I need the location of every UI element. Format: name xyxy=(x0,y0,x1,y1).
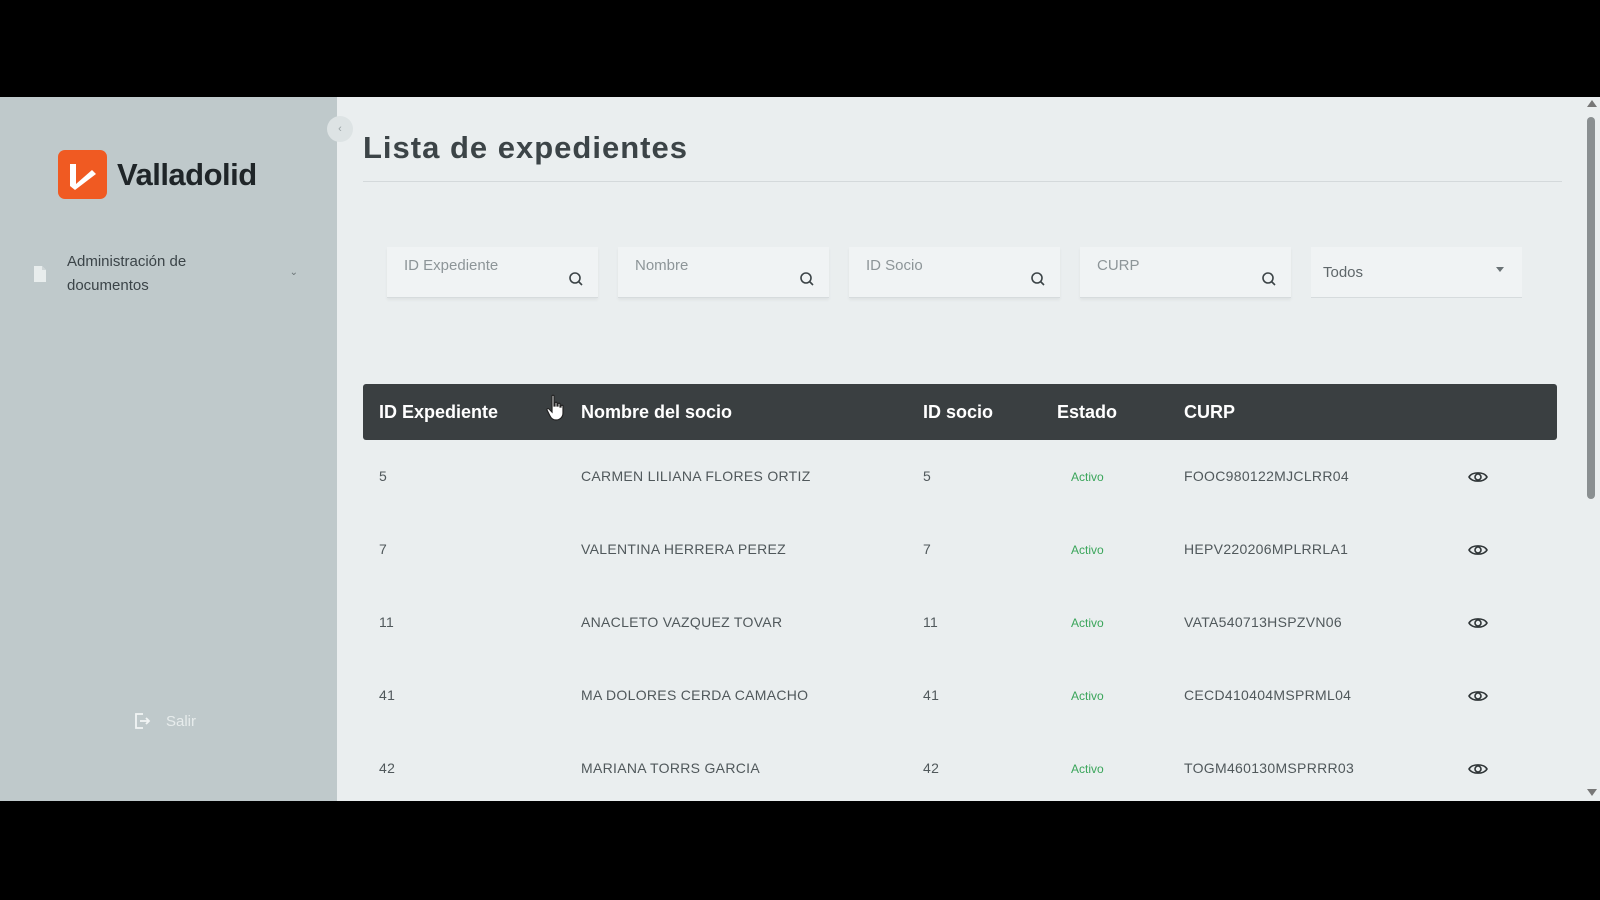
cell-id-socio: 41 xyxy=(923,687,940,703)
cell-id-expediente: 7 xyxy=(379,541,388,557)
filter-nombre xyxy=(618,247,829,298)
sidebar-item-label: Administración de documentos xyxy=(67,253,187,294)
hand-cursor-icon xyxy=(546,394,564,421)
table-row: 5 CARMEN LILIANA FLORES ORTIZ 5 Activo F… xyxy=(363,440,1557,513)
logo: Valladolid xyxy=(58,150,257,199)
table-header: ID Expediente Nombre del socio ID socio … xyxy=(363,384,1557,440)
cell-id-socio: 11 xyxy=(923,614,939,630)
search-icon[interactable] xyxy=(1030,271,1046,287)
app-window: Valladolid Administración de documentos … xyxy=(0,97,1600,801)
header-curp[interactable]: CURP xyxy=(1184,402,1235,423)
id-socio-input[interactable] xyxy=(849,247,1060,297)
table-row: 41 MA DOLORES CERDA CAMACHO 41 Activo CE… xyxy=(363,659,1557,732)
header-estado[interactable]: Estado xyxy=(1057,402,1117,423)
scrollbar-thumb[interactable] xyxy=(1587,117,1595,499)
filter-bar: Todos xyxy=(387,247,1522,298)
cell-curp: TOGM460130MSPRRR03 xyxy=(1184,760,1355,776)
header-id-expediente[interactable]: ID Expediente xyxy=(379,402,498,423)
search-icon[interactable] xyxy=(799,271,815,287)
filter-id-socio xyxy=(849,247,1060,298)
page-title: Lista de expedientes xyxy=(363,130,688,165)
cell-id-expediente: 11 xyxy=(379,614,395,630)
status-badge: Activo xyxy=(1071,470,1104,484)
table-row: 11 ANACLETO VAZQUEZ TOVAR 11 Activo VATA… xyxy=(363,586,1557,659)
cell-nombre: CARMEN LILIANA FLORES ORTIZ xyxy=(581,468,811,484)
sidebar: Valladolid Administración de documentos … xyxy=(0,97,337,801)
view-eye-icon[interactable] xyxy=(1467,466,1489,488)
search-icon[interactable] xyxy=(568,271,584,287)
cell-id-expediente: 42 xyxy=(379,760,396,776)
search-icon[interactable] xyxy=(1261,271,1277,287)
sidebar-item-administracion-documentos[interactable]: Administración de documentos ⌄ xyxy=(30,247,308,301)
curp-input[interactable] xyxy=(1080,247,1291,297)
cell-curp: CECD410404MSPRML04 xyxy=(1184,687,1352,703)
scroll-down-arrow-icon[interactable] xyxy=(1587,789,1597,796)
status-badge: Activo xyxy=(1071,762,1104,776)
id-expediente-input[interactable] xyxy=(387,247,598,297)
nombre-input[interactable] xyxy=(618,247,829,297)
cell-nombre: MA DOLORES CERDA CAMACHO xyxy=(581,687,809,703)
cell-id-socio: 42 xyxy=(923,760,940,776)
status-select[interactable]: Todos xyxy=(1311,247,1522,298)
cell-id-socio: 7 xyxy=(923,541,932,557)
filter-curp xyxy=(1080,247,1291,298)
view-eye-icon[interactable] xyxy=(1467,612,1489,634)
status-select-value: Todos xyxy=(1323,264,1364,281)
caret-down-icon xyxy=(1496,267,1504,272)
cell-nombre: ANACLETO VAZQUEZ TOVAR xyxy=(581,614,783,630)
view-eye-icon[interactable] xyxy=(1467,539,1489,561)
logo-mark-icon xyxy=(58,150,107,199)
table-row: 42 MARIANA TORRS GARCIA 42 Activo TOGM46… xyxy=(363,732,1557,801)
status-badge: Activo xyxy=(1071,616,1104,630)
cell-nombre: MARIANA TORRS GARCIA xyxy=(581,760,760,776)
cell-id-expediente: 5 xyxy=(379,468,388,484)
table-row: 7 VALENTINA HERRERA PEREZ 7 Activo HEPV2… xyxy=(363,513,1557,586)
cell-nombre: VALENTINA HERRERA PEREZ xyxy=(581,541,787,557)
view-eye-icon[interactable] xyxy=(1467,758,1489,780)
divider xyxy=(363,181,1562,182)
logo-text: Valladolid xyxy=(117,156,257,192)
cell-curp: FOOC980122MJCLRR04 xyxy=(1184,468,1349,484)
main-content: Lista de expedientes ID Expediente Nombr… xyxy=(337,97,1582,801)
header-id-socio[interactable]: ID socio xyxy=(923,402,993,423)
cell-curp: HEPV220206MPLRRLA1 xyxy=(1184,541,1349,557)
status-badge: Activo xyxy=(1071,543,1104,557)
vertical-scrollbar[interactable] xyxy=(1582,97,1600,801)
scroll-up-arrow-icon[interactable] xyxy=(1587,100,1597,107)
logout-label: Salir xyxy=(166,712,197,730)
logout-button[interactable]: Salir xyxy=(132,711,196,731)
filter-id-expediente xyxy=(387,247,598,298)
document-icon xyxy=(34,266,46,282)
chevron-down-icon[interactable]: ⌄ xyxy=(290,267,298,278)
status-badge: Activo xyxy=(1071,689,1104,703)
cell-id-socio: 5 xyxy=(923,468,932,484)
cell-curp: VATA540713HSPZVN06 xyxy=(1184,614,1342,630)
logout-icon xyxy=(135,713,151,729)
header-nombre-socio[interactable]: Nombre del socio xyxy=(581,402,732,423)
cell-id-expediente: 41 xyxy=(379,687,396,703)
expedientes-table: ID Expediente Nombre del socio ID socio … xyxy=(363,384,1557,801)
view-eye-icon[interactable] xyxy=(1467,685,1489,707)
